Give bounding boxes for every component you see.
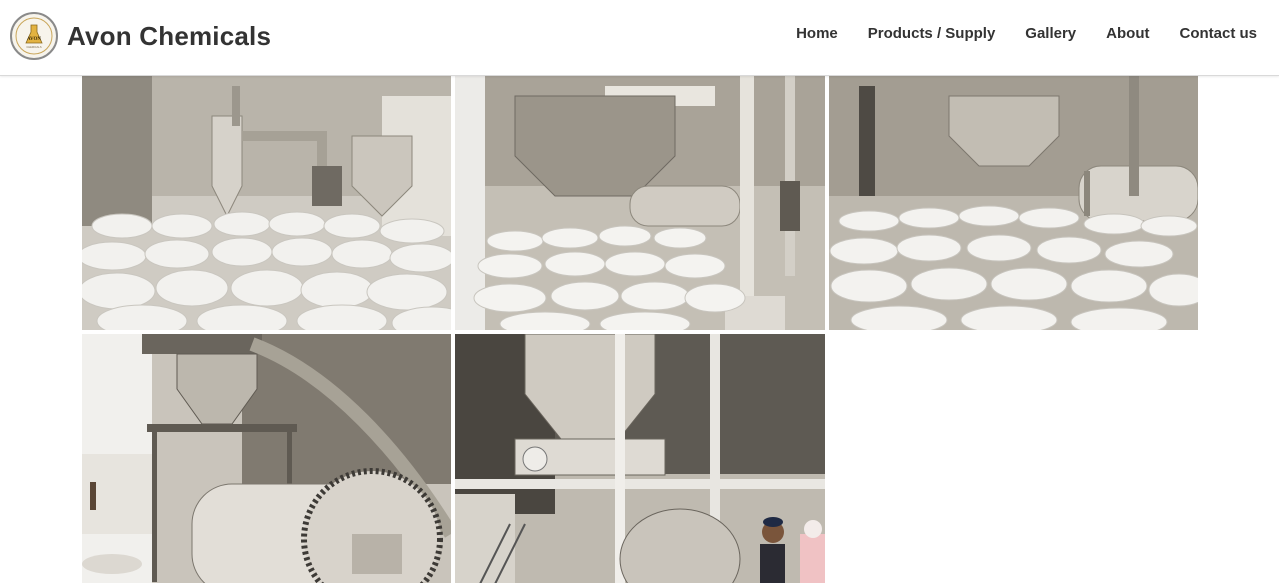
- brand-logo: AVON CHEMICALS: [10, 12, 58, 60]
- gallery-image-5[interactable]: [455, 334, 825, 583]
- ball-mill-hopper-photo: [82, 334, 451, 583]
- bagged-powder-silo-photo: [455, 76, 825, 330]
- brand-name: Avon Chemicals: [67, 20, 272, 51]
- flask-icon: AVON CHEMICALS: [15, 17, 53, 55]
- bagged-powder-ball-mill-photo: [829, 76, 1198, 330]
- site-header: AVON CHEMICALS Avon Chemicals Home Produ…: [0, 0, 1279, 76]
- nav-home[interactable]: Home: [796, 24, 838, 44]
- nav-about[interactable]: About: [1106, 24, 1149, 44]
- svg-text:CHEMICALS: CHEMICALS: [26, 45, 41, 49]
- gallery-image-4[interactable]: [82, 334, 451, 583]
- bagged-powder-cyclone-photo: [82, 76, 451, 330]
- nav-products-supply[interactable]: Products / Supply: [868, 24, 996, 44]
- nav-contact-us[interactable]: Contact us: [1179, 24, 1257, 44]
- brand-link[interactable]: AVON CHEMICALS Avon Chemicals: [10, 12, 271, 60]
- nav-gallery[interactable]: Gallery: [1025, 24, 1076, 44]
- main-nav: Home Products / Supply Gallery About Con…: [766, 24, 1257, 44]
- gallery-image-2[interactable]: [455, 76, 825, 330]
- gallery-image-1[interactable]: [82, 76, 451, 330]
- svg-text:AVON: AVON: [27, 37, 41, 42]
- gallery-image-3[interactable]: [829, 76, 1198, 330]
- hopper-ball-mill-workers-photo: [455, 334, 825, 583]
